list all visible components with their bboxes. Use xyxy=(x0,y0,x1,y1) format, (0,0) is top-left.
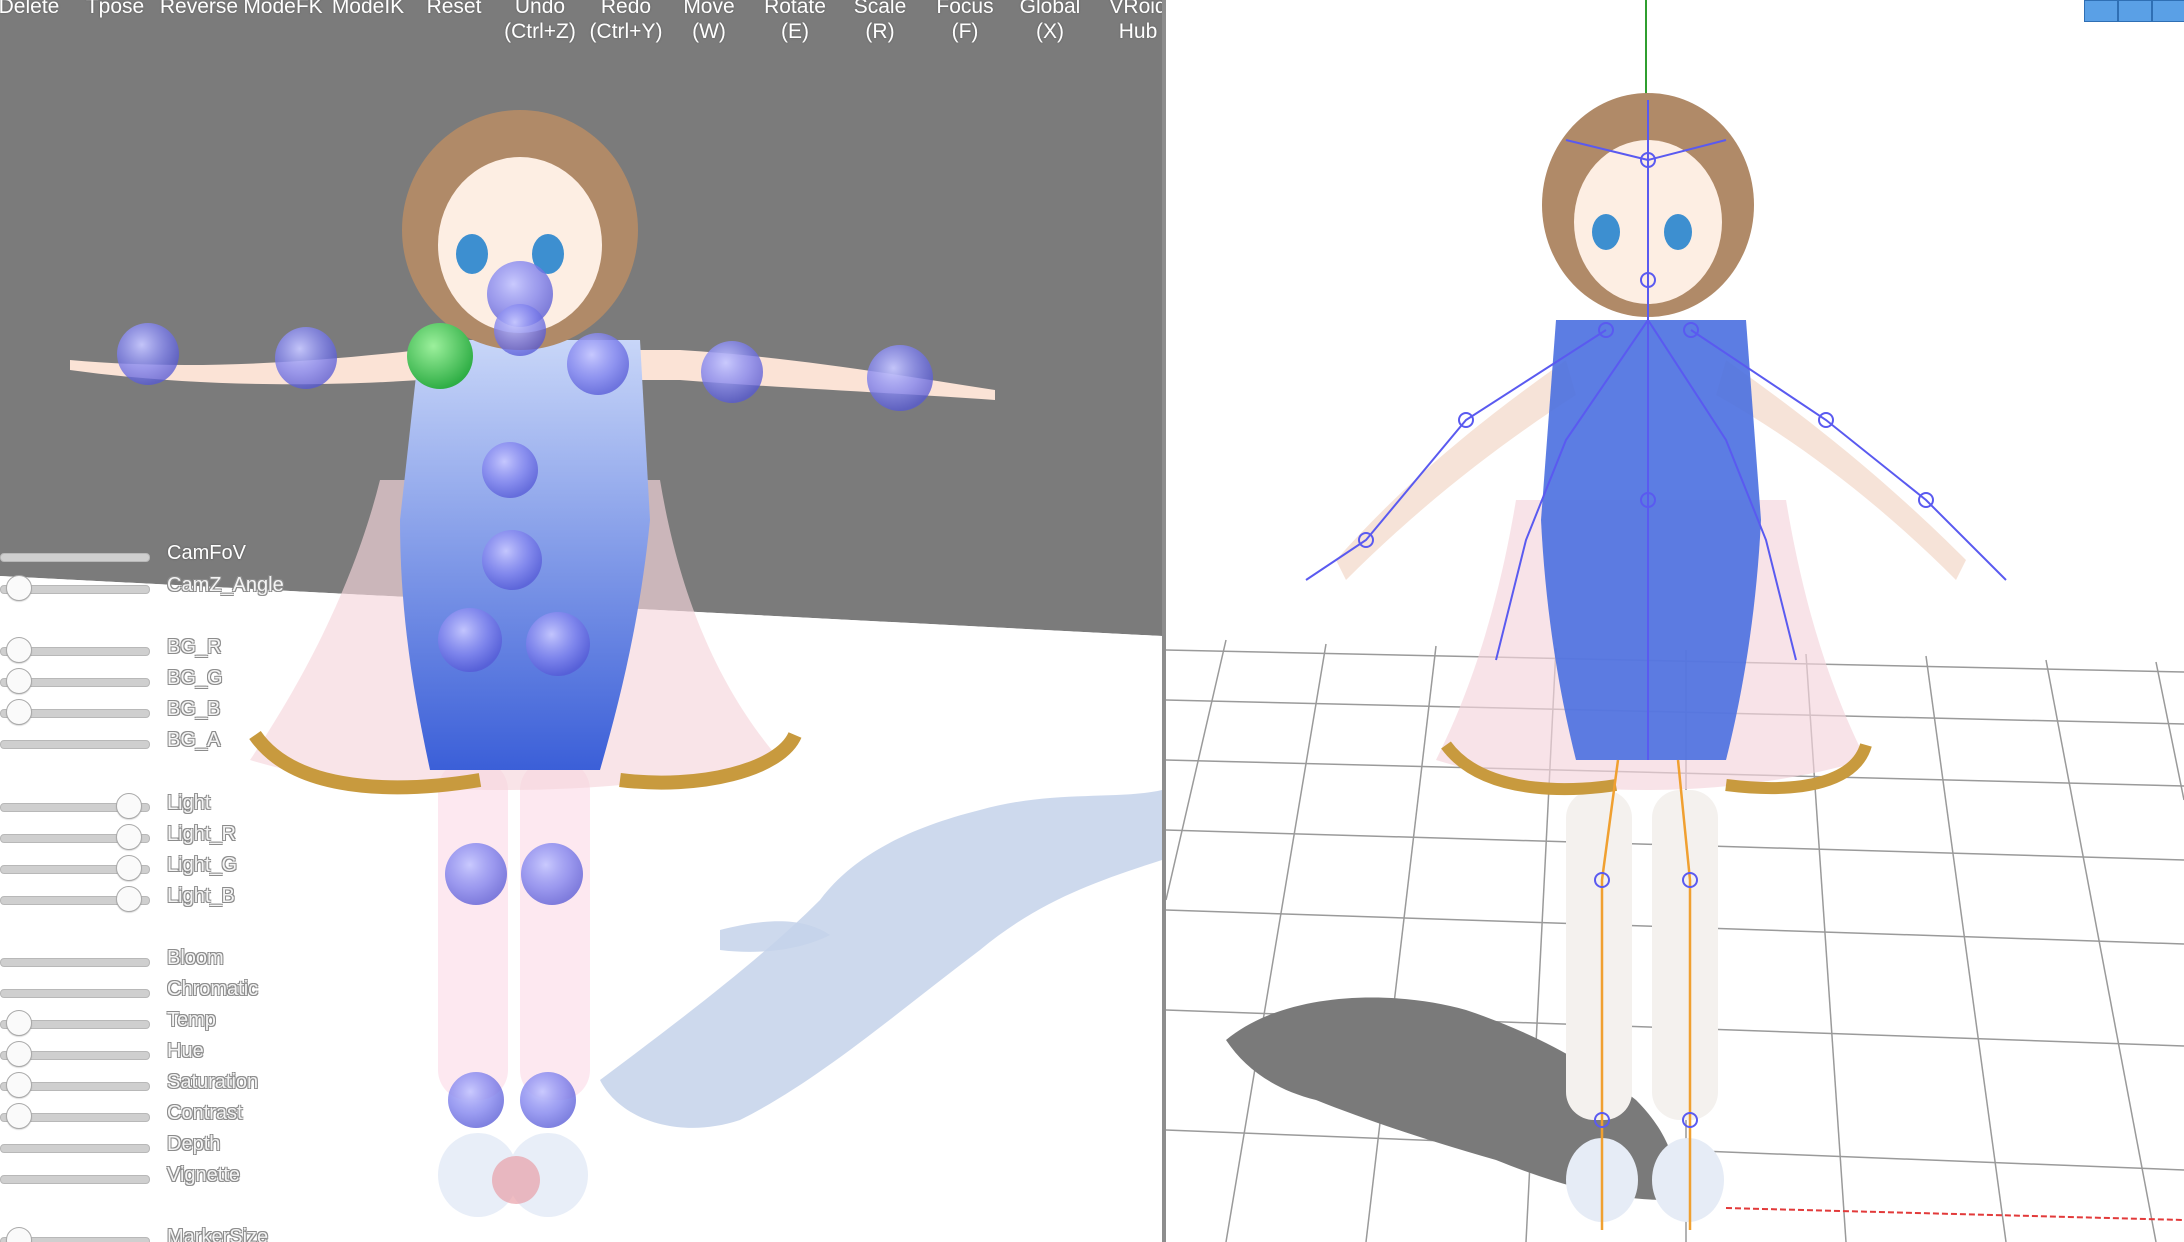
right-viewport[interactable] xyxy=(1166,0,2184,1242)
vroid-hub-button[interactable]: VRoid Hub xyxy=(1100,0,1162,44)
left-viewport[interactable]: Delete Tpose Reverse ModeFK ModeIK Reset… xyxy=(0,0,1162,1242)
slider-label: Chromatic xyxy=(167,978,259,1000)
slider-label: Bloom xyxy=(167,947,224,969)
slider-label: Light_G xyxy=(167,854,238,876)
joint-marker xyxy=(567,333,629,395)
joint-marker xyxy=(448,1072,504,1128)
slider-label: Saturation xyxy=(167,1071,259,1093)
slider-temp[interactable]: Temp xyxy=(0,1007,400,1039)
slider-camfov[interactable]: CamFoV xyxy=(0,540,400,572)
slider-bg-b[interactable]: BG_B xyxy=(0,696,400,728)
view-gizmo-icons xyxy=(2084,0,2184,22)
redo-button[interactable]: Redo (Ctrl+Y) xyxy=(583,0,669,44)
slider-track[interactable] xyxy=(0,1175,150,1184)
joint-marker xyxy=(492,1156,540,1204)
slider-contrast[interactable]: Contrast xyxy=(0,1100,400,1132)
joint-marker xyxy=(526,612,590,676)
slider-light[interactable]: Light xyxy=(0,790,400,822)
slider-knob[interactable] xyxy=(115,855,142,881)
left-leg xyxy=(1566,790,1632,1120)
view-gizmo-icon[interactable] xyxy=(2152,0,2184,22)
slider-light-r[interactable]: Light_R xyxy=(0,821,400,853)
slider-bg-g[interactable]: BG_G xyxy=(0,665,400,697)
slider-label: BG_R xyxy=(167,636,222,658)
joint-marker xyxy=(701,341,763,403)
slider-label: Light_R xyxy=(167,823,236,845)
slider-label: CamZ_Angle xyxy=(167,574,284,596)
slider-label: BG_A xyxy=(167,729,221,751)
slider-label: BG_B xyxy=(167,698,221,720)
slider-vignette[interactable]: Vignette xyxy=(0,1162,400,1194)
slider-bloom[interactable]: Bloom xyxy=(0,945,400,977)
scale-button[interactable]: Scale (R) xyxy=(846,0,914,44)
settings-panel: CamFoV CamZ_Angle BG_R BG_G BG_B BG_A Li… xyxy=(0,0,420,1242)
slider-depth[interactable]: Depth xyxy=(0,1131,400,1163)
slider-knob[interactable] xyxy=(6,699,33,725)
joint-marker xyxy=(520,1072,576,1128)
view-gizmo-icon[interactable] xyxy=(2118,0,2152,22)
view-gizmo-icon[interactable] xyxy=(2084,0,2118,22)
left-eye xyxy=(1592,214,1620,250)
slider-light-b[interactable]: Light_B xyxy=(0,883,400,915)
slider-label: Contrast xyxy=(167,1102,243,1124)
rotate-button[interactable]: Rotate (E) xyxy=(756,0,834,44)
slider-knob[interactable] xyxy=(115,824,142,850)
slider-saturation[interactable]: Saturation xyxy=(0,1069,400,1101)
left-leg xyxy=(438,760,508,1100)
right-shoe xyxy=(1652,1138,1724,1222)
joint-marker xyxy=(867,345,933,411)
move-button[interactable]: Move (W) xyxy=(674,0,744,44)
slider-label: Depth xyxy=(167,1133,221,1155)
slider-label: BG_G xyxy=(167,667,223,689)
joint-marker xyxy=(438,608,502,672)
slider-knob[interactable] xyxy=(6,1041,33,1067)
slider-light-g[interactable]: Light_G xyxy=(0,852,400,884)
slider-bg-r[interactable]: BG_R xyxy=(0,634,400,666)
slider-knob[interactable] xyxy=(6,1010,33,1036)
slider-knob[interactable] xyxy=(6,1227,33,1242)
left-eye xyxy=(456,234,488,274)
slider-knob[interactable] xyxy=(6,668,33,694)
slider-knob[interactable] xyxy=(6,1072,33,1098)
right-eye xyxy=(1664,214,1692,250)
slider-label: CamFoV xyxy=(167,542,246,564)
right-leg xyxy=(520,760,590,1100)
slider-label: Vignette xyxy=(167,1164,241,1186)
joint-marker xyxy=(445,843,507,905)
slider-label: Temp xyxy=(167,1009,216,1031)
focus-button[interactable]: Focus (F) xyxy=(929,0,1001,44)
joint-marker xyxy=(482,442,538,498)
undo-button[interactable]: Undo (Ctrl+Z) xyxy=(497,0,583,44)
slider-knob[interactable] xyxy=(6,575,33,601)
slider-track[interactable] xyxy=(0,989,150,998)
global-button[interactable]: Global (X) xyxy=(1012,0,1088,44)
x-axis-line xyxy=(1725,1207,2184,1221)
reset-button[interactable]: Reset xyxy=(418,0,490,19)
slider-hue[interactable]: Hue xyxy=(0,1038,400,1070)
joint-marker xyxy=(494,304,546,356)
slider-chromatic[interactable]: Chromatic xyxy=(0,976,400,1008)
slider-track[interactable] xyxy=(0,553,150,562)
slider-label: MarkerSize xyxy=(167,1226,269,1242)
slider-label: Light_B xyxy=(167,885,235,907)
slider-label: Hue xyxy=(167,1040,204,1062)
slider-knob[interactable] xyxy=(6,637,33,663)
right-3d-scene[interactable] xyxy=(1166,0,2184,1242)
slider-label: Light xyxy=(167,792,211,814)
slider-knob[interactable] xyxy=(6,1103,33,1129)
slider-track[interactable] xyxy=(0,740,150,749)
slider-knob[interactable] xyxy=(115,793,142,819)
slider-knob[interactable] xyxy=(115,886,142,912)
joint-marker xyxy=(521,843,583,905)
joint-marker xyxy=(482,530,542,590)
slider-camz-angle[interactable]: CamZ_Angle xyxy=(0,572,400,604)
slider-marker-size[interactable]: MarkerSize xyxy=(0,1224,400,1242)
slider-track[interactable] xyxy=(0,1144,150,1153)
slider-track[interactable] xyxy=(0,958,150,967)
slider-bg-a[interactable]: BG_A xyxy=(0,727,400,759)
dress-body xyxy=(1541,320,1761,760)
